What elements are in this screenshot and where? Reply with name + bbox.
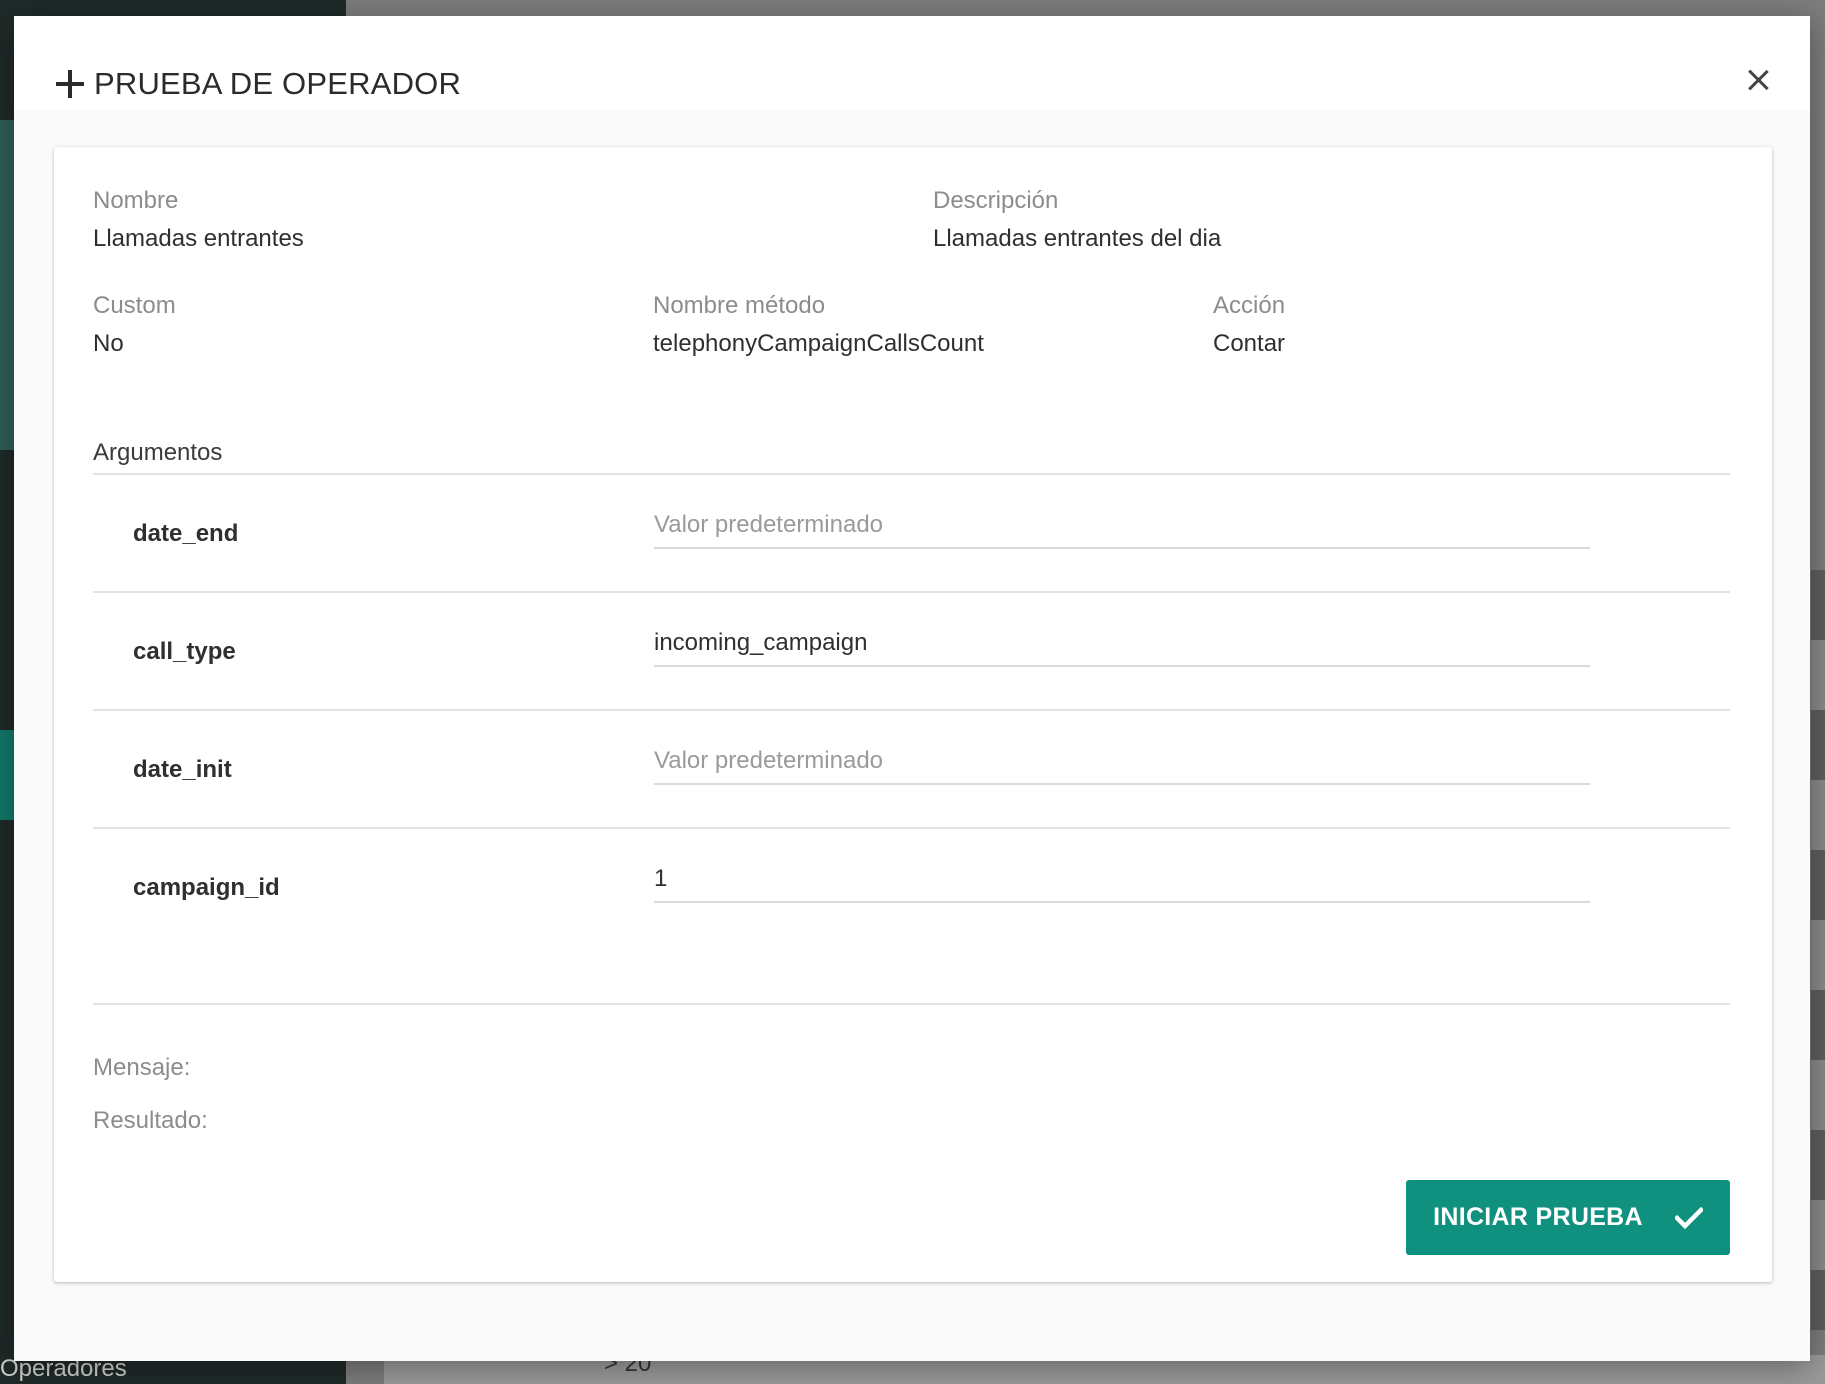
modal-title-text: PRUEBA DE OPERADOR [94, 66, 462, 101]
modal-title: PRUEBA DE OPERADOR [56, 66, 461, 102]
arguments-heading: Argumentos [93, 439, 223, 466]
divider [93, 1003, 1730, 1005]
field-custom-value: No [93, 330, 124, 357]
close-icon[interactable] [1744, 66, 1772, 94]
operator-card: Nombre Llamadas entrantes Descripción Ll… [54, 147, 1772, 1282]
field-descripcion-label: Descripción [933, 187, 1059, 214]
argument-date-init-input[interactable] [654, 739, 1590, 785]
argument-name: call_type [133, 638, 236, 665]
field-accion: Acción Contar [1213, 292, 1285, 358]
field-nombre-value: Llamadas entrantes [93, 225, 304, 252]
field-custom: Custom No [93, 292, 176, 358]
modal-header: PRUEBA DE OPERADOR [14, 16, 1810, 109]
divider [93, 827, 1730, 829]
field-metodo-value: telephonyCampaignCallsCount [653, 330, 984, 357]
argument-call-type-input[interactable] [654, 621, 1590, 667]
field-metodo: Nombre método telephonyCampaignCallsCoun… [653, 292, 984, 358]
field-custom-label: Custom [93, 292, 176, 319]
check-icon [1674, 1206, 1703, 1229]
start-test-button-label: INICIAR PRUEBA [1433, 1203, 1643, 1231]
argument-campaign-id-input[interactable] [654, 857, 1590, 903]
argument-name: date_init [133, 756, 232, 783]
divider [93, 709, 1730, 711]
background-sidebar-active-item [0, 730, 14, 820]
operator-test-modal: PRUEBA DE OPERADOR Nombre Llamadas entra… [14, 16, 1810, 1361]
field-accion-value: Contar [1213, 330, 1286, 357]
field-nombre-label: Nombre [93, 187, 179, 214]
argument-name: date_end [133, 520, 239, 547]
plus-icon [56, 70, 84, 98]
divider [93, 473, 1730, 475]
background-table-rows [1811, 570, 1825, 1330]
field-accion-label: Acción [1213, 292, 1286, 319]
mensaje-label: Mensaje: [93, 1054, 191, 1081]
divider [93, 591, 1730, 593]
field-descripcion-value: Llamadas entrantes del dia [933, 225, 1222, 252]
argument-name: campaign_id [133, 874, 280, 901]
background-sidebar-accent [0, 120, 14, 450]
resultado-label: Resultado: [93, 1107, 208, 1134]
argument-date-end-input[interactable] [654, 503, 1590, 549]
field-metodo-label: Nombre método [653, 292, 826, 319]
field-nombre: Nombre Llamadas entrantes [93, 187, 304, 253]
field-descripcion: Descripción Llamadas entrantes del dia [933, 187, 1221, 253]
start-test-button[interactable]: INICIAR PRUEBA [1406, 1180, 1730, 1255]
